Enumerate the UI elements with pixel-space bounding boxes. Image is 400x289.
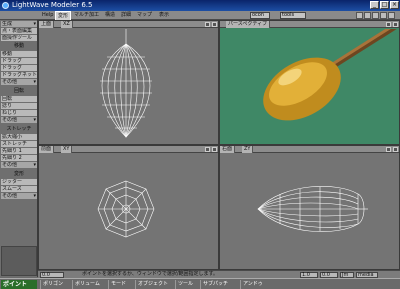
close-button[interactable]: ×: [390, 1, 399, 9]
viewport-front-mode[interactable]: XY: [61, 146, 73, 153]
subpatch-button[interactable]: サブパッチ: [200, 280, 230, 289]
viewport-right-header: 右面 ZY: [220, 146, 399, 153]
deform-more-dropdown[interactable]: その他: [1, 193, 37, 199]
viewport-zoom-icon[interactable]: [212, 22, 217, 27]
move-button[interactable]: 移動: [1, 51, 37, 57]
top-toolbar: Help 変形 マルチ加工 構造 詳細 マップ 表示 ocon tools: [0, 11, 400, 20]
viewport-perspective-label[interactable]: パースペクティブ: [226, 21, 271, 28]
drag-button-2[interactable]: ドラッグ: [1, 65, 37, 71]
viewport-move-icon[interactable]: [205, 22, 210, 27]
viewport-right[interactable]: 右面 ZY: [219, 145, 400, 270]
viewport-perspective-header: パースペクティブ: [220, 21, 399, 28]
create-dropdown[interactable]: 生成: [1, 21, 37, 27]
object-button[interactable]: オブジェクト: [135, 280, 170, 289]
window-title: LightWave Modeler 6.5: [12, 1, 93, 9]
viewport-zoom-icon[interactable]: [212, 147, 217, 152]
undo-button[interactable]: アンドゥ: [240, 280, 265, 289]
viewport-front-label[interactable]: 前面: [39, 146, 55, 153]
top-wireframe: [100, 29, 152, 138]
layer-field[interactable]: ocon: [250, 12, 270, 19]
viewport-right-label[interactable]: 右面: [220, 146, 236, 153]
rotate-button[interactable]: 回転: [1, 96, 37, 102]
viewport-top[interactable]: 上面 XZ: [38, 20, 219, 145]
mode-button[interactable]: モード: [108, 280, 128, 289]
app-icon: [2, 2, 9, 9]
layer-button-5[interactable]: [388, 12, 395, 19]
twist-button[interactable]: 捻り: [1, 103, 37, 109]
smooth-button[interactable]: スムース: [1, 186, 37, 192]
dragnet-button[interactable]: ドラッグネット: [1, 72, 37, 78]
section-deform-head: 変形: [13, 171, 24, 177]
taper-1-button[interactable]: 先細り 1: [1, 148, 37, 154]
tab-display[interactable]: 表示: [157, 11, 171, 20]
viewport-top-header: 上面 XZ: [39, 21, 218, 28]
drag-button[interactable]: ドラッグ: [1, 58, 37, 64]
viewport-zoom-icon[interactable]: [393, 147, 398, 152]
rotate-more-dropdown[interactable]: その他: [1, 117, 37, 123]
tools-field[interactable]: tools: [280, 12, 306, 19]
viewport-move-icon[interactable]: [386, 147, 391, 152]
tool-sidebar: 生成 点・表面編集 面操作ツール 移動 移動 ドラッグ ドラッグ ドラッグネット…: [0, 20, 38, 277]
sidebar-empty-area: [1, 246, 37, 276]
section-stretch-head: ストレッチ: [6, 126, 32, 132]
viewport-top-mode[interactable]: XZ: [61, 21, 73, 28]
stretch-more-dropdown[interactable]: その他: [1, 162, 37, 168]
layer-button-4[interactable]: [380, 12, 387, 19]
scale-button[interactable]: 拡大縮小: [1, 134, 37, 140]
point-surface-edit-button[interactable]: 点・表面編集: [1, 28, 37, 34]
move-more-dropdown[interactable]: その他: [1, 79, 37, 85]
bend-button[interactable]: ねじり: [1, 110, 37, 116]
layer-button-2[interactable]: [364, 12, 371, 19]
minimize-button[interactable]: _: [370, 1, 379, 9]
viewport-rotate-icon[interactable]: [386, 22, 391, 27]
tab-construct[interactable]: 構造: [103, 11, 117, 20]
tools-button[interactable]: ツール: [175, 280, 195, 289]
tab-detail[interactable]: 詳細: [119, 11, 133, 20]
stretch-button[interactable]: ストレッチ: [1, 141, 37, 147]
tab-help[interactable]: Help: [40, 11, 55, 20]
viewport-top-label[interactable]: 上面: [39, 21, 55, 28]
jitter-button[interactable]: ジッター: [1, 179, 37, 185]
layer-button-1[interactable]: [356, 12, 363, 19]
volume-mode-button[interactable]: ボリューム: [72, 280, 102, 289]
maximize-button[interactable]: □: [380, 1, 389, 9]
bottom-mode-bar: ポイント ポリゴン ボリューム モード オブジェクト ツール サブパッチ アンド…: [0, 278, 400, 289]
tab-multiply[interactable]: マルチ加工: [72, 11, 101, 20]
viewport-perspective[interactable]: パースペクティブ: [219, 20, 400, 145]
title-bar: LightWave Modeler 6.5 _ □ ×: [0, 0, 400, 11]
viewport-zoom-icon[interactable]: [393, 22, 398, 27]
status-hint: ポイントを選択するか、ウィンドウで選択/範囲指定します。: [81, 271, 219, 277]
taper-2-button[interactable]: 先細り 2: [1, 155, 37, 161]
polygons-mode-button[interactable]: ポリゴン: [40, 280, 65, 289]
tab-modify[interactable]: 変形: [55, 11, 72, 20]
tab-map[interactable]: マップ: [135, 11, 154, 20]
face-tool-button[interactable]: 面操作ツール: [1, 35, 37, 41]
section-rotate-head: 回転: [13, 88, 24, 94]
perspective-render: [263, 29, 397, 121]
viewport-move-icon[interactable]: [205, 147, 210, 152]
viewport-front-header: 前面 XY: [39, 146, 218, 153]
front-wireframe: [97, 180, 155, 238]
points-mode-button[interactable]: ポイント: [1, 280, 37, 289]
viewport-front[interactable]: 前面 XY: [38, 145, 219, 270]
section-move-head: 移動: [13, 43, 24, 49]
viewport-right-mode[interactable]: ZY: [242, 146, 254, 153]
layer-button-3[interactable]: [372, 12, 379, 19]
modeler-window: LightWave Modeler 6.5 _ □ × Help 変形 マルチ加…: [0, 0, 400, 289]
right-wireframe: [257, 186, 368, 232]
